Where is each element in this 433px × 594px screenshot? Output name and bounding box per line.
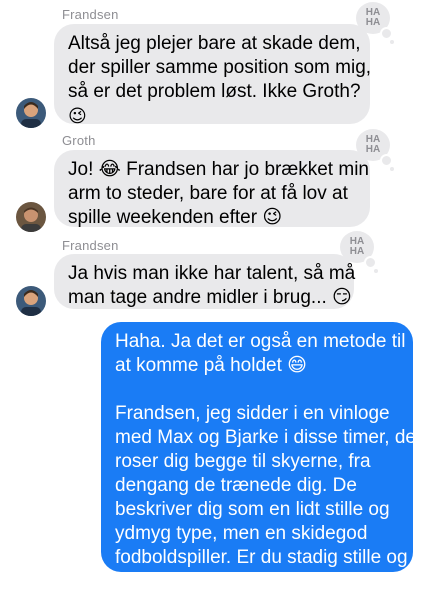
avatar[interactable] [16,286,46,316]
avatar-photo-groth [16,202,46,232]
avatar-photo-frandsen [16,98,46,128]
avatar-photo-frandsen [16,286,46,316]
avatar[interactable] [16,202,46,232]
avatar[interactable] [16,98,46,128]
message-bubble[interactable]: Ja hvis man ikke har talent, så må man t… [54,254,355,309]
message-bubble[interactable]: Altså jeg plejer bare at skade dem, der … [54,24,371,126]
sender-name: Frandsen [62,238,119,253]
message-bubble[interactable]: Jo! 😂 Frandsen har jo brækket min arm to… [54,150,370,228]
sender-name: Frandsen [62,7,119,22]
haha-icon: HA HA [365,7,381,28]
outgoing-message-bubble[interactable]: Haha. Ja det er også en metode til at ko… [101,322,416,592]
haha-icon: HA HA [365,134,381,155]
sender-name: Groth [62,133,96,148]
haha-icon: HA HA [349,236,365,257]
